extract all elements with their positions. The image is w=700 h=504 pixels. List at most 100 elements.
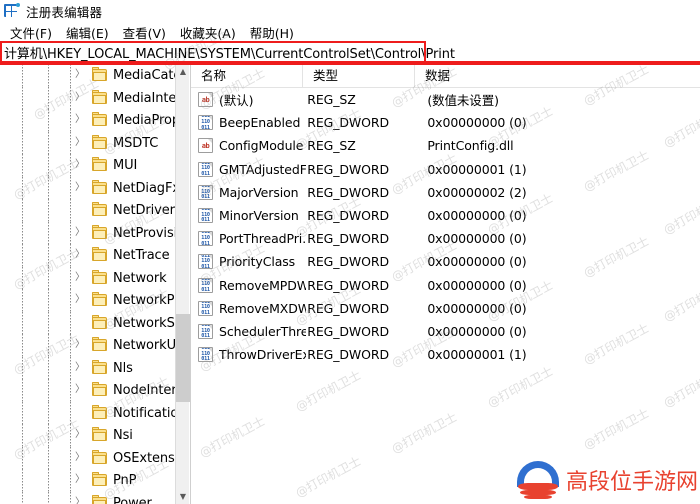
tree-item-label: MediaInterfa [113,90,176,106]
tree-item-netdiagfx[interactable]: 〉 NetDiagFx [0,176,176,199]
tree-item-label: NetworkProv [113,293,176,308]
tree-item-label: NetTrace [113,248,170,263]
tree-item-mediacatego[interactable]: 〉 MediaCatego [0,64,176,87]
folder-icon [92,89,108,105]
tree-item-netdrivers[interactable]: NetDrivers [0,199,176,222]
folder-icon [92,404,108,420]
menu-item-1[interactable]: 编辑(E) [59,23,116,42]
value-row[interactable]: 011 110 011 MajorVersion REG_DWORD 0x00000002… [191,181,700,204]
chevron-right-icon[interactable]: 〉 [74,92,86,104]
value-row[interactable]: ab (默认) REG_SZ (数值未设置) [191,88,700,111]
tree-item-osextensioni[interactable]: 〉 OSExtensionI [0,446,176,469]
tree-vertical-scrollbar[interactable]: ▲ ▼ [175,64,190,504]
menu-item-3[interactable]: 收藏夹(A) [173,23,243,42]
value-row[interactable]: ab ConfigModule REG_SZ PrintConfig.dll [191,134,700,157]
address-input[interactable] [2,44,696,61]
tree-item-networkprov[interactable]: 〉 NetworkProv [0,289,176,312]
value-name: MinorVersion [219,208,299,224]
value-row[interactable]: 011 110 011 RemoveMXDW REG_DWORD 0x00000000 (… [191,297,700,320]
value-row[interactable]: 011 110 011 PriorityClass REG_DWORD 0x0000000… [191,250,700,273]
tree-item-label: NetworkUxM [113,338,176,353]
value-row[interactable]: 011 110 011 MinorVersion REG_DWORD 0x00000000… [191,204,700,227]
value-row[interactable]: 011 110 011 PortThreadPri… REG_DWORD 0x000000… [191,227,700,250]
tree-item-netprovision[interactable]: 〉 NetProvision [0,221,176,244]
value-data: 0x00000000 (0) [427,323,527,339]
address-bar[interactable] [0,42,700,63]
menu-item-4[interactable]: 帮助(H) [243,23,301,42]
chevron-right-icon[interactable]: 〉 [74,159,86,171]
chevron-right-icon[interactable]: 〉 [74,114,86,126]
scroll-up-arrow[interactable]: ▲ [176,64,190,79]
value-row[interactable]: 011 110 011 RemoveMPDW REG_DWORD 0x00000000 (… [191,274,700,297]
folder-icon [92,359,108,375]
menu-bar: 文件(F) 编辑(E) 查看(V) 收藏夹(A) 帮助(H) [0,22,700,42]
value-row[interactable]: 011 110 011 BeepEnabled REG_DWORD 0x00000000 … [191,111,700,134]
tree-item-notifications[interactable]: Notifications [0,401,176,424]
registry-tree[interactable]: 〉 MediaCatego 〉 MediaInterfa 〉 MediaProper 〉 MS… [0,64,176,504]
value-name: RemoveMXDW [219,300,307,316]
value-type: REG_DWORD [307,161,390,177]
chevron-right-icon[interactable]: 〉 [74,272,86,284]
dword-value-icon: 011 110 011 [198,254,213,270]
column-header-data[interactable]: 数据 [415,64,700,87]
tree-item-pnp[interactable]: 〉 PnP [0,469,176,492]
column-header-name[interactable]: 名称 [191,64,303,87]
chevron-right-icon[interactable]: 〉 [74,497,86,504]
tree-item-label: NetDrivers [113,203,176,218]
tree-item-mediaproper[interactable]: 〉 MediaProper [0,109,176,132]
folder-icon [92,382,108,397]
tree-item-mui[interactable]: 〉 MUI [0,154,176,177]
chevron-right-icon[interactable]: 〉 [74,429,86,441]
value-type: REG_DWORD [307,231,390,247]
value-data: 0x00000000 (0) [427,254,527,270]
scrollbar-thumb[interactable] [176,314,190,402]
tree-item-nsi[interactable]: 〉 Nsi [0,424,176,447]
folder-icon [92,179,108,195]
tree-item-network[interactable]: 〉 Network [0,266,176,289]
tree-item-nodeinterfac[interactable]: 〉 NodeInterfac [0,379,176,402]
chevron-right-icon[interactable]: 〉 [74,69,86,81]
chevron-right-icon[interactable]: 〉 [74,182,86,194]
chevron-right-icon[interactable]: 〉 [74,474,86,486]
tree-item-msdtc[interactable]: 〉 MSDTC [0,131,176,154]
chevron-right-icon[interactable]: 〉 [74,384,86,396]
menu-item-2[interactable]: 查看(V) [116,23,173,42]
chevron-right-icon[interactable]: 〉 [74,339,86,351]
values-list[interactable]: ab (默认) REG_SZ (数值未设置) 011 110 011 BeepEnabled R… [191,88,700,366]
chevron-right-icon[interactable]: 〉 [74,227,86,239]
scroll-down-arrow[interactable]: ▼ [176,489,190,504]
tree-item-label: Nsi [113,428,133,443]
column-header-type[interactable]: 类型 [303,64,415,87]
tree-item-mediainterfa[interactable]: 〉 MediaInterfa [0,86,176,109]
dword-value-icon: 011 110 011 [198,161,213,177]
folder-icon [92,292,108,307]
value-type: REG_DWORD [307,323,390,339]
value-row[interactable]: 011110011 SchedulerThre…REG_DWORD 0x000000… [191,320,700,343]
tree-item-power[interactable]: 〉 Power [0,491,176,504]
tree-item-networkuxm[interactable]: 〉 NetworkUxM [0,334,176,357]
value-name: GMTAdjustedF… [219,161,307,177]
dword-value-icon: 011 110 011 [198,323,213,339]
tree-item-label: NodeInterfac [113,383,176,398]
dword-value-icon: 011 110 011 [198,300,213,316]
tree-item-networksetu[interactable]: NetworkSetu [0,311,176,334]
chevron-right-icon[interactable]: 〉 [74,452,86,464]
menu-item-0[interactable]: 文件(F) [3,23,59,42]
value-data: 0x00000000 (0) [427,231,527,247]
value-row[interactable]: 011110011 GMTAdjustedF…REG_DWORD 0x0000000… [191,158,700,181]
tree-item-nettrace[interactable]: 〉 NetTrace [0,244,176,267]
tree-item-nls[interactable]: 〉 Nls [0,356,176,379]
value-type: REG_DWORD [307,115,390,131]
value-name: PriorityClass [219,254,296,270]
registry-editor-icon [4,3,20,19]
chevron-right-icon[interactable]: 〉 [74,294,86,306]
chevron-right-icon[interactable]: 〉 [74,362,86,374]
value-data: 0x00000001 (1) [427,347,527,363]
value-row[interactable]: 011110011 ThrowDriverEx…REG_DWORD 0x000000… [191,343,700,366]
tree-item-label: MediaProper [113,113,176,128]
value-data: 0x00000000 (0) [427,115,527,131]
chevron-right-icon[interactable]: 〉 [74,137,86,149]
tree-item-label: MUI [113,158,138,173]
chevron-right-icon[interactable]: 〉 [74,249,86,261]
value-type: REG_DWORD [307,254,390,270]
